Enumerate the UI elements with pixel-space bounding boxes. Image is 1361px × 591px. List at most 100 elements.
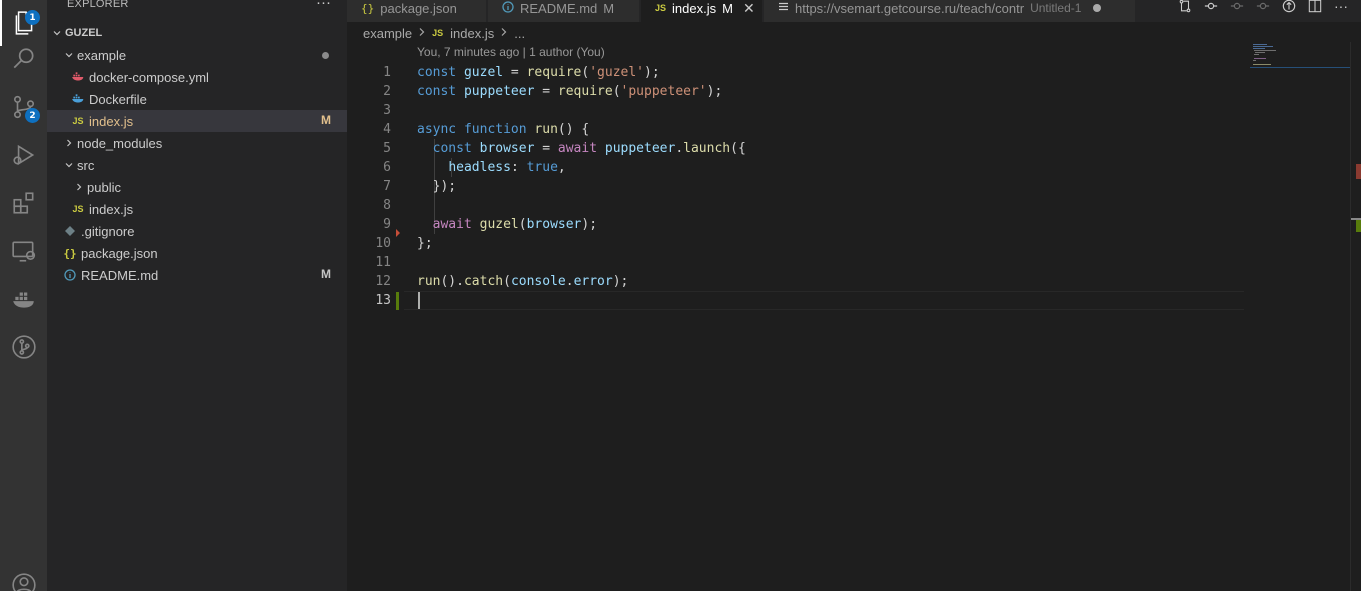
tab-label: README.md <box>520 0 598 16</box>
javascript-file-icon: JS <box>655 3 667 13</box>
info-icon <box>502 0 514 16</box>
chevron-down-icon <box>49 22 65 44</box>
code-line-1: const guzel = require('guzel'); <box>417 65 660 80</box>
line-number: 1 <box>383 65 391 80</box>
line-number: 2 <box>383 84 391 99</box>
tab-untitled[interactable]: https://vsemart.getcourse.ru/teach/contr… <box>764 0 1136 22</box>
tab-description: Untitled-1 <box>1030 1 1082 15</box>
minimap[interactable] <box>1250 42 1350 82</box>
tree-item-gitignore[interactable]: .gitignore <box>47 220 347 242</box>
line-number: 4 <box>383 122 391 137</box>
chevron-down-icon <box>61 154 77 176</box>
tree-item-dockerfile[interactable]: Dockerfile <box>47 88 347 110</box>
split-editor-icon[interactable] <box>1305 0 1325 16</box>
chevron-down-icon <box>61 44 77 66</box>
chevron-right-icon <box>61 132 77 154</box>
compare-changes-icon[interactable] <box>1175 0 1195 16</box>
javascript-file-icon: JS <box>432 28 444 38</box>
breadcrumb-folder[interactable]: example <box>363 26 412 41</box>
workspace-root[interactable]: GUZEL <box>47 22 347 44</box>
breadcrumb: example JS index.js ... <box>363 24 525 42</box>
breadcrumb-file[interactable]: index.js <box>450 26 494 41</box>
tree-item-label: docker-compose.yml <box>89 69 209 85</box>
tree-item-label: src <box>77 157 95 173</box>
code-line-4: async function run() { <box>417 122 590 137</box>
editor-actions: ··· <box>1175 0 1351 16</box>
git-status-badge: M <box>321 113 331 127</box>
json-file-icon: {} <box>361 1 375 15</box>
previous-change-icon[interactable] <box>1227 0 1247 16</box>
source-control-icon[interactable]: 2 <box>0 84 47 130</box>
open-changes-icon[interactable] <box>1201 0 1221 16</box>
source-control-badge: 2 <box>25 108 40 123</box>
current-line-highlight <box>404 291 1244 310</box>
tree-item-label: node_modules <box>77 135 163 151</box>
line-number: 11 <box>375 255 391 270</box>
tree-item-label: Dockerfile <box>89 91 147 107</box>
menu-icon <box>778 1 789 15</box>
sidebar-title: EXPLORER <box>67 0 129 10</box>
line-number: 9 <box>383 217 391 232</box>
more-actions-icon[interactable]: ··· <box>1331 0 1351 16</box>
breadcrumb-symbols[interactable]: ... <box>514 26 525 41</box>
tree-item-label: index.js <box>89 113 134 129</box>
code-line-6: headless: true, <box>448 160 566 175</box>
tree-item-src-index-js[interactable]: JS index.js <box>47 198 347 220</box>
tree-item-example-index-js[interactable]: JS index.js M <box>47 110 347 132</box>
tree-item-label: .gitignore <box>81 223 135 239</box>
tree-item-docker-compose[interactable]: docker-compose.yml <box>47 66 347 88</box>
tree-item-example-folder[interactable]: example <box>47 44 347 66</box>
more-actions-button[interactable]: ··· <box>316 0 331 11</box>
docker-icon[interactable] <box>0 276 47 322</box>
activity-bar: 1 2 <box>0 0 47 591</box>
tree-item-label: README.md <box>81 267 159 283</box>
scrollbar-error-marker <box>1356 164 1361 179</box>
modified-dot <box>322 52 329 59</box>
tab-bar: {} package.json README.md M JS index.js … <box>347 0 1361 22</box>
line-number: 13 <box>375 293 391 308</box>
tree-item-src-folder[interactable]: src <box>47 154 347 176</box>
tab-index-js[interactable]: JS index.js M ✕ <box>641 0 763 22</box>
vertical-scrollbar[interactable] <box>1350 42 1361 591</box>
tab-label: https://vsemart.getcourse.ru/teach/contr <box>795 0 1025 16</box>
line-number: 7 <box>383 179 391 194</box>
javascript-file-icon: JS <box>72 204 84 214</box>
scrollbar-change-marker <box>1356 220 1361 232</box>
close-icon[interactable]: ✕ <box>743 0 755 17</box>
search-icon[interactable] <box>0 36 47 82</box>
git-file-icon <box>61 220 79 242</box>
remote-explorer-icon[interactable] <box>0 228 47 274</box>
account-icon[interactable] <box>0 562 47 591</box>
deleted-lines-marker <box>396 229 400 237</box>
modified-line-marker <box>396 292 399 310</box>
tab-readme[interactable]: README.md M <box>488 0 640 22</box>
line-number: 3 <box>383 103 391 118</box>
git-graph-icon[interactable] <box>0 324 47 370</box>
explorer-sidebar: EXPLORER ··· GUZEL example docker-compos… <box>47 0 347 591</box>
git-status-badge: M <box>321 267 331 281</box>
line-number: 12 <box>375 274 391 289</box>
tab-git-status: M <box>603 0 615 16</box>
tab-package-json[interactable]: {} package.json <box>347 0 487 22</box>
git-lens-icon[interactable] <box>1279 0 1299 16</box>
codelens-blame[interactable]: You, 7 minutes ago | 1 author (You) <box>417 45 605 59</box>
unsaved-dot <box>1093 4 1102 12</box>
code-line-5: const browser = await puppeteer.launch({ <box>432 141 746 156</box>
tree-item-public-folder[interactable]: public <box>47 176 347 198</box>
docker-compose-file-icon <box>69 66 87 88</box>
tree-item-node-modules[interactable]: node_modules <box>47 132 347 154</box>
next-change-icon[interactable] <box>1253 0 1273 16</box>
tab-git-status: M <box>722 0 733 16</box>
tree-item-label: package.json <box>81 245 158 261</box>
scrollbar-cursor-marker <box>1351 218 1361 220</box>
dockerfile-icon <box>69 88 87 110</box>
tab-label: package.json <box>380 0 457 16</box>
tree-item-label: public <box>87 179 121 195</box>
line-number: 5 <box>383 141 391 156</box>
tree-item-package-json[interactable]: {} package.json <box>47 242 347 264</box>
extensions-icon[interactable] <box>0 180 47 226</box>
info-icon <box>61 264 79 286</box>
run-debug-icon[interactable] <box>0 132 47 178</box>
tab-label: index.js <box>672 0 717 16</box>
tree-item-readme[interactable]: README.md M <box>47 264 347 286</box>
